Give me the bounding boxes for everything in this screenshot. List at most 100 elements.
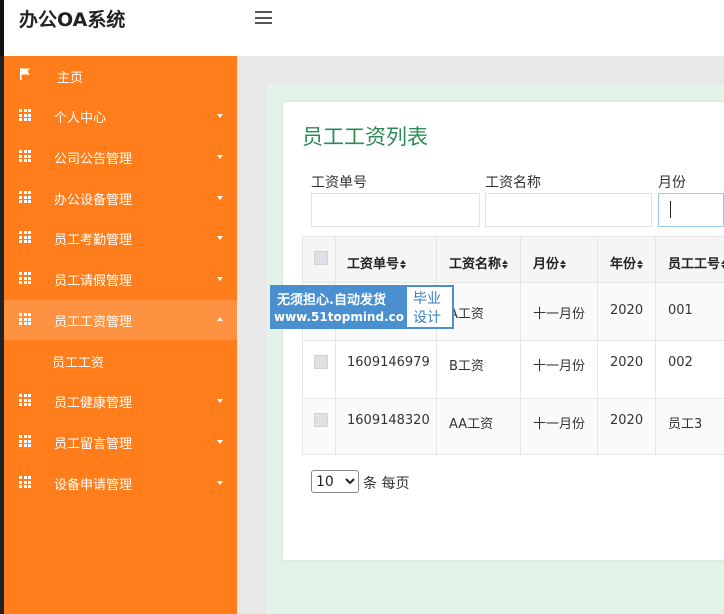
sidebar-item-equipment-requests[interactable]: 设备申请管理 (4, 463, 237, 503)
watermark-badge-text: 毕业 (413, 291, 441, 307)
column-header-month[interactable]: 月份 (533, 253, 567, 272)
app-title: 办公OA系统 (19, 9, 126, 31)
caret-down-icon (217, 481, 223, 485)
grid-icon (19, 272, 31, 284)
sidebar-item-home[interactable]: 主页 (4, 56, 237, 96)
sidebar-item-messages[interactable]: 员工留言管理 (4, 422, 237, 462)
column-header-year[interactable]: 年份 (610, 253, 644, 272)
column-divider (655, 236, 656, 455)
cell-month: 十一月份 (533, 417, 586, 432)
column-divider (436, 236, 437, 455)
sidebar-item-label: 办公设备管理 (54, 193, 133, 208)
column-header-salary-no[interactable]: 工资单号 (347, 253, 407, 272)
cell-salary-no: 1609146979 (347, 355, 430, 370)
text-cursor (670, 201, 671, 218)
sidebar-item-label: 个人中心 (54, 111, 107, 126)
caret-down-icon (217, 236, 223, 240)
table-border (302, 236, 303, 455)
sidebar-item-label: 员工健康管理 (54, 396, 133, 411)
sidebar-item-label: 员工考勤管理 (54, 233, 133, 248)
page-size-select[interactable]: 10 20 50 (311, 470, 359, 493)
sort-icon (502, 260, 509, 269)
cell-employee-no: 001 (668, 303, 693, 318)
sidebar-subitem-salary[interactable]: 员工工资 (4, 341, 237, 379)
caret-down-icon (217, 399, 223, 403)
column-header-salary-name[interactable]: 工资名称 (449, 253, 509, 272)
column-divider (335, 236, 336, 455)
cell-year: 2020 (610, 355, 644, 370)
watermark-badge: 毕业 设计 (405, 285, 454, 329)
cell-month: 十一月份 (533, 359, 586, 374)
watermark-text: 无须担心.自动发货 (277, 293, 386, 308)
watermark-banner: 无须担心.自动发货 www.51topmind.com 毕业 设计 (270, 285, 454, 329)
menu-toggle-icon[interactable] (255, 11, 272, 24)
caret-down-icon (217, 277, 223, 281)
month-input[interactable] (658, 193, 724, 227)
page-title: 员工工资列表 (302, 125, 428, 149)
grid-icon (19, 231, 31, 243)
pager: 10 20 50 条 每页 (311, 470, 409, 493)
salary-name-input[interactable] (485, 193, 652, 227)
row-checkbox[interactable] (314, 413, 328, 427)
caret-up-icon (217, 317, 223, 321)
sidebar-item-personal-center[interactable]: 个人中心 (4, 96, 237, 136)
sort-icon (560, 260, 567, 269)
cell-employee-no: 员工3 (668, 417, 703, 432)
grid-icon (19, 313, 31, 325)
salary-name-label: 工资名称 (485, 175, 541, 191)
watermark-left: 无须担心.自动发货 www.51topmind.com (270, 285, 417, 329)
flag-icon (20, 68, 30, 80)
table-row[interactable]: 1609146979 B工资 十一月份 2020 002 (302, 341, 724, 399)
sidebar-item-attendance[interactable]: 员工考勤管理 (4, 218, 237, 258)
cell-year: 2020 (610, 303, 644, 318)
sidebar-item-office-equipment[interactable]: 办公设备管理 (4, 178, 237, 218)
sidebar-item-health[interactable]: 员工健康管理 (4, 381, 237, 421)
sidebar-item-label: 公司公告管理 (54, 152, 133, 167)
table-border (302, 236, 724, 237)
cell-month: 十一月份 (533, 307, 586, 322)
grid-icon (19, 109, 31, 121)
caret-down-icon (217, 155, 223, 159)
caret-down-icon (217, 440, 223, 444)
sidebar-item-salary[interactable]: 员工工资管理 (4, 300, 237, 340)
table-header-row: 工资单号 工资名称 月份 年份 员工工号 (302, 236, 724, 283)
column-divider (597, 236, 598, 455)
grid-icon (19, 394, 31, 406)
sidebar-item-label: 员工工资管理 (54, 315, 133, 330)
sort-icon (637, 260, 644, 269)
grid-icon (19, 191, 31, 203)
caret-down-icon (217, 114, 223, 118)
watermark-badge-text: 设计 (413, 310, 441, 326)
column-divider (520, 236, 521, 455)
grid-icon (19, 435, 31, 447)
sidebar-item-leave[interactable]: 员工请假管理 (4, 259, 237, 299)
sidebar-item-label: 员工留言管理 (54, 437, 133, 452)
sidebar-item-announcements[interactable]: 公司公告管理 (4, 137, 237, 177)
sidebar-subitem-label: 员工工资 (52, 356, 105, 371)
cell-salary-name: B工资 (449, 359, 484, 374)
cell-salary-name: AA工资 (449, 417, 494, 432)
salary-no-input[interactable] (311, 193, 480, 227)
column-header-employee-no[interactable]: 员工工号 (668, 253, 724, 272)
sidebar-item-label: 员工请假管理 (54, 274, 133, 289)
sort-icon (400, 260, 407, 269)
top-left-edge (0, 0, 4, 56)
sidebar-item-label: 主页 (57, 71, 84, 86)
sidebar: 主页 个人中心 公司公告管理 办公设备管理 员工考勤管理 员工请假管理 员工工资… (4, 56, 237, 614)
month-label: 月份 (658, 175, 686, 191)
cell-salary-name: A工资 (449, 307, 484, 322)
sidebar-item-label: 设备申请管理 (54, 478, 133, 493)
cell-salary-no: 1609148320 (347, 413, 430, 428)
grid-icon (19, 150, 31, 162)
top-bar: 办公OA系统 (0, 0, 724, 56)
select-all-checkbox[interactable] (314, 251, 328, 265)
cell-employee-no: 002 (668, 355, 693, 370)
table-row[interactable]: 1609148320 AA工资 十一月份 2020 员工3 (302, 399, 724, 455)
caret-down-icon (217, 196, 223, 200)
salary-table: 工资单号 工资名称 月份 年份 员工工号 A工资 十一月份 2020 001 1… (302, 236, 724, 456)
grid-icon (19, 476, 31, 488)
row-checkbox[interactable] (314, 355, 328, 369)
watermark-url: www.51topmind.com (274, 310, 417, 324)
cell-year: 2020 (610, 413, 644, 428)
page-size-suffix: 条 每页 (363, 476, 410, 492)
